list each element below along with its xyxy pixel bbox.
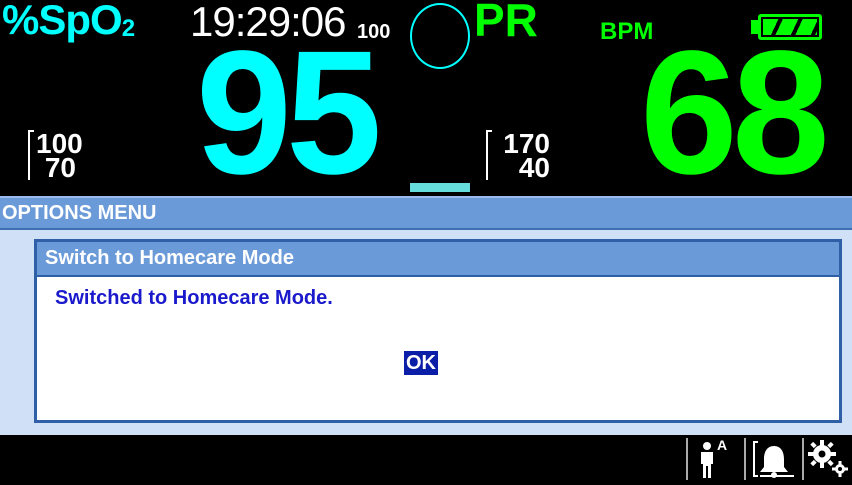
icon-separator bbox=[744, 438, 746, 480]
options-menu-header: OPTIONS MENU bbox=[0, 196, 852, 230]
selection-cursor-bar bbox=[410, 183, 470, 192]
pr-value: 68 bbox=[640, 15, 830, 211]
spo2-label-main: %SpO bbox=[2, 0, 123, 43]
pr-label: PR bbox=[474, 0, 538, 46]
dialog-title: Switch to Homecare Mode bbox=[37, 242, 839, 277]
ok-button[interactable]: OK bbox=[404, 351, 438, 375]
spo2-limits: 100 70 bbox=[36, 130, 83, 183]
alarm-bell-icon[interactable] bbox=[748, 438, 800, 480]
pr-limit-low: 40 bbox=[518, 152, 550, 183]
pr-limits: 170 40 bbox=[494, 130, 550, 183]
spo2-limit-bracket bbox=[28, 130, 34, 180]
homecare-dialog: Switch to Homecare Mode Switched to Home… bbox=[34, 239, 842, 423]
spo2-label: %SpO2 bbox=[2, 0, 135, 51]
spo2-value: 95 bbox=[196, 15, 382, 211]
settings-gears-icon[interactable] bbox=[806, 438, 852, 480]
spo2-label-subscript: 2 bbox=[121, 15, 135, 42]
dialog-message: Switched to Homecare Mode. bbox=[55, 287, 333, 309]
icon-separator bbox=[686, 438, 688, 480]
patient-mode-letter: A bbox=[717, 437, 728, 453]
pr-limit-bracket bbox=[486, 130, 492, 180]
spo2-limit-low: 70 bbox=[44, 152, 76, 183]
pulse-amplitude-ring-icon bbox=[410, 3, 470, 69]
icon-separator bbox=[802, 438, 804, 480]
